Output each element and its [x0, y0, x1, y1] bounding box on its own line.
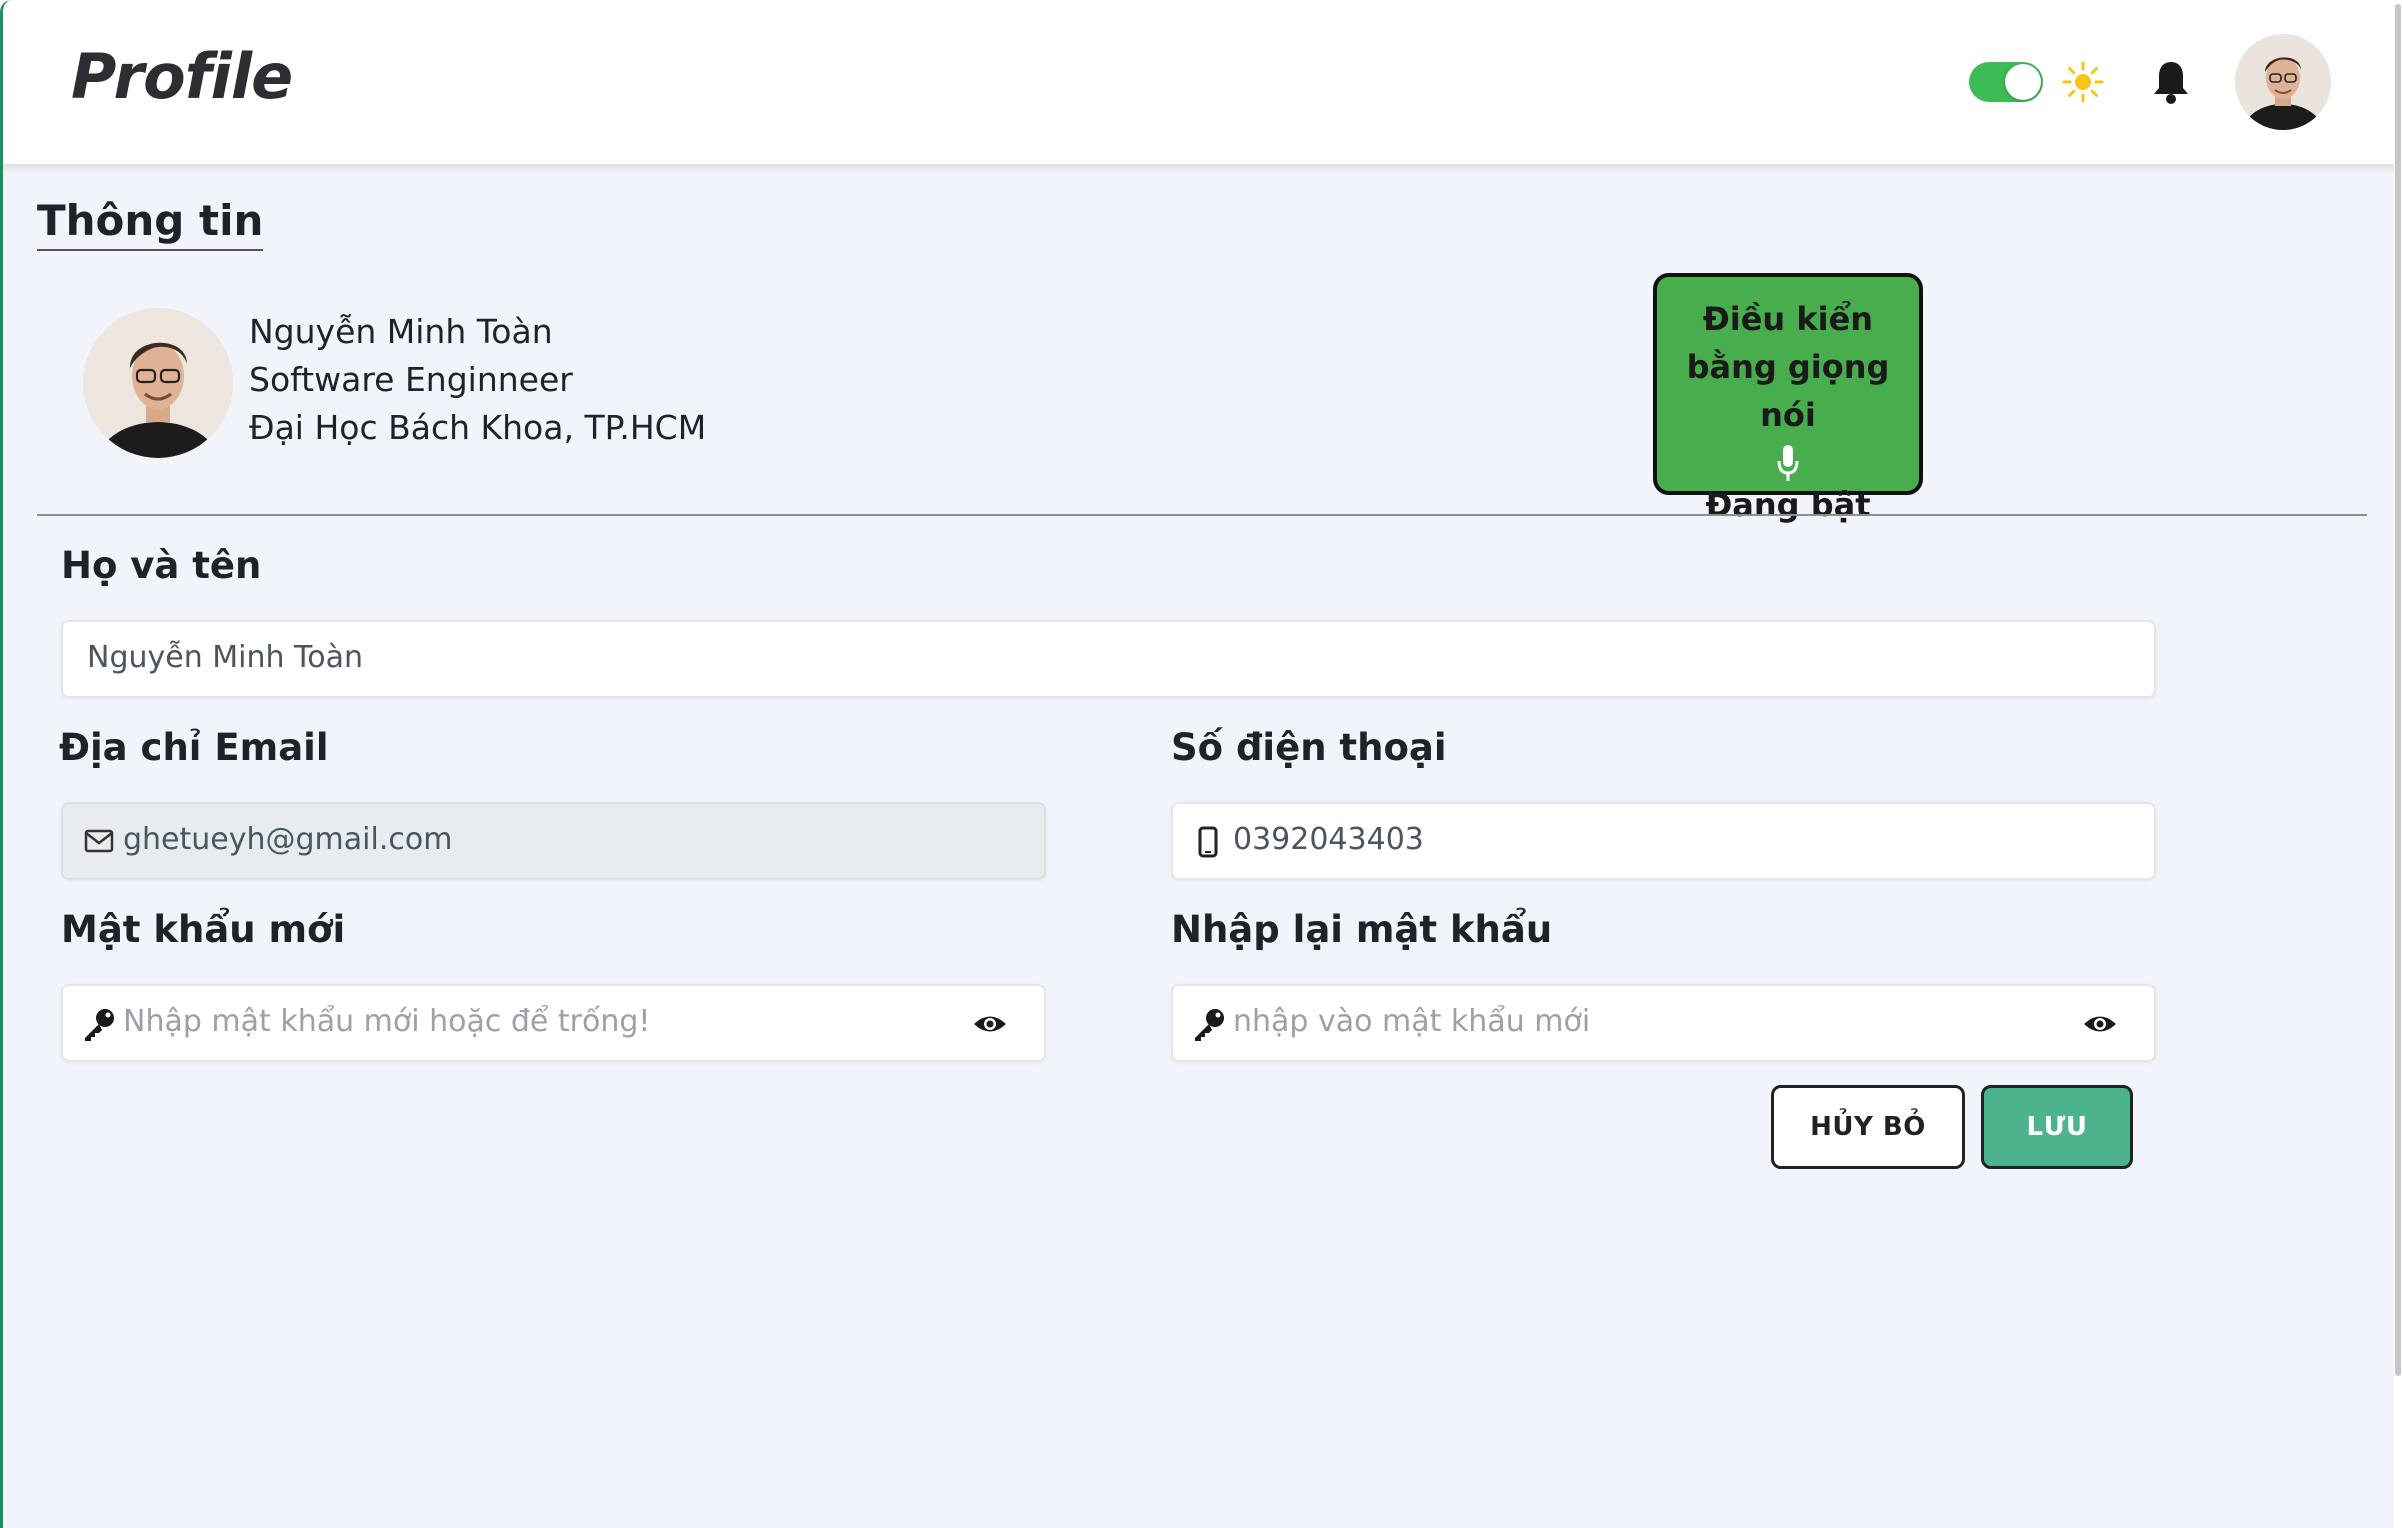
phone-icon	[1198, 826, 1218, 858]
email-label: Địa chỉ Email	[59, 726, 329, 769]
theme-toggle[interactable]	[1969, 62, 2043, 102]
cancel-button[interactable]: HỦY BỎ	[1771, 1085, 1965, 1169]
top-header: Profile	[3, 0, 2394, 164]
sun-icon[interactable]	[2061, 60, 2105, 104]
eye-icon[interactable]	[972, 1009, 1008, 1039]
confirm-password-label: Nhập lại mật khẩu	[1171, 908, 1553, 951]
profile-school: Đại Học Bách Khoa, TP.HCM	[249, 408, 707, 447]
key-icon	[1195, 1009, 1224, 1041]
new-password-label: Mật khẩu mới	[61, 908, 346, 951]
confirm-password-field[interactable]: nhập vào mật khẩu mới	[1171, 984, 2156, 1062]
voice-control-status: Đang bật	[1705, 486, 1871, 524]
fullname-value: Nguyễn Minh Toàn	[87, 640, 364, 675]
scrollbar[interactable]	[2394, 0, 2402, 1528]
profile-info: Nguyễn Minh Toàn Software Enginneer Đại …	[249, 308, 706, 452]
section-divider	[37, 514, 2367, 516]
profile-name: Nguyễn Minh Toàn	[249, 312, 553, 351]
fullname-label: Họ và tên	[61, 544, 262, 587]
confirm-password-placeholder: nhập vào mật khẩu mới	[1233, 1004, 1591, 1039]
new-password-placeholder: Nhập mật khẩu mới hoặc để trống!	[123, 1004, 651, 1039]
voice-control-button[interactable]: Điều kiển bằng giọng nói Đang bật	[1653, 273, 1923, 524]
phone-field[interactable]: 0392043403	[1171, 802, 2156, 880]
fullname-field[interactable]: Nguyễn Minh Toàn	[61, 620, 2156, 698]
toggle-knob	[2005, 64, 2041, 100]
voice-control-title: Điều kiển bằng giọng nói	[1686, 300, 1890, 434]
email-value: ghetueyh@gmail.com	[123, 822, 453, 857]
profile-job: Software Enginneer	[249, 360, 573, 399]
phone-label: Số điện thoại	[1171, 726, 1447, 769]
microphone-icon	[1777, 445, 1799, 481]
bell-icon[interactable]	[2151, 58, 2191, 106]
email-field: ghetueyh@gmail.com	[61, 802, 1046, 880]
section-title-info: Thông tin	[37, 196, 264, 251]
page-title: Profile	[71, 40, 293, 113]
app-frame: Profile Thông tin Nguyễn Minh Toàn Softw…	[0, 0, 2394, 1528]
new-password-field[interactable]: Nhập mật khẩu mới hoặc để trống!	[61, 984, 1046, 1062]
user-avatar[interactable]	[2235, 34, 2331, 130]
save-button[interactable]: LƯU	[1981, 1085, 2133, 1169]
mail-icon	[84, 829, 114, 853]
phone-value: 0392043403	[1233, 822, 1424, 857]
scrollbar-thumb[interactable]	[2395, 4, 2401, 1376]
profile-avatar	[83, 308, 233, 458]
key-icon	[85, 1009, 114, 1041]
eye-icon[interactable]	[2082, 1009, 2118, 1039]
